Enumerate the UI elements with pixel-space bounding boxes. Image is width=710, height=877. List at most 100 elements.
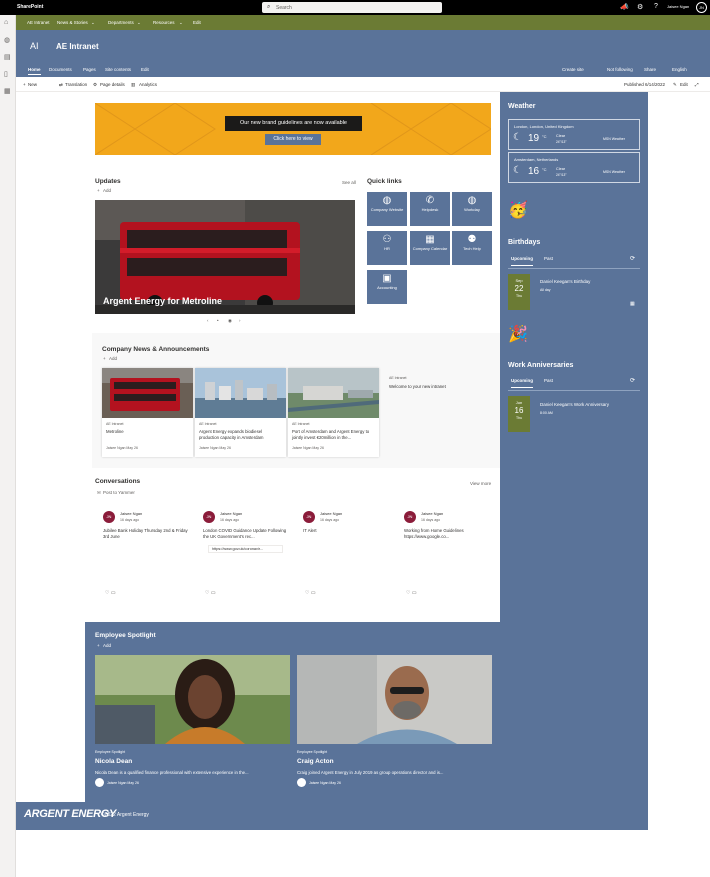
quick-links-title: Quick links (367, 178, 402, 185)
gear-icon[interactable]: ⚙ (637, 3, 643, 11)
search-icon: ⌕ (267, 4, 271, 10)
weather-source[interactable]: MSN Weather (603, 137, 625, 141)
weather-hilo: 24°/13° (556, 173, 567, 177)
follow-button[interactable]: Not following (607, 67, 633, 72)
hub-nav-item-news[interactable]: News & Stories (57, 20, 88, 25)
share-button[interactable]: Share (644, 67, 656, 72)
view-guidelines-button[interactable]: Click here to view (265, 134, 321, 145)
news-title-text[interactable]: Argent Energy expands biodiesel producti… (199, 429, 283, 440)
hub-nav-edit[interactable]: Edit (193, 20, 201, 25)
megaphone-icon[interactable]: 📣 (620, 3, 629, 11)
spotlight-card[interactable]: Employee Spotlight Craig Acton Craig joi… (297, 655, 492, 790)
post-text[interactable]: IT Alert (303, 528, 393, 534)
tab-past[interactable]: Past (544, 378, 553, 383)
tab-upcoming[interactable]: Upcoming (511, 256, 533, 266)
news-card[interactable]: AE Intranet Argent Energy expands biodie… (195, 368, 286, 457)
create-site-button[interactable]: Create site (562, 67, 584, 72)
news-add-button[interactable]: Add (109, 356, 117, 361)
site-logo[interactable]: AI (30, 41, 39, 51)
document-icon[interactable]: ▯ (4, 70, 8, 78)
quick-link-hr[interactable]: ⚇ HR (367, 231, 407, 265)
quick-link-company-website[interactable]: ◍ Company Website (367, 192, 407, 226)
spotlight-name[interactable]: Nicola Dean (95, 758, 132, 765)
news-card[interactable]: AE Intranet Port of Amsterdam and Argent… (288, 368, 379, 457)
hub-nav-item-resources[interactable]: Resources (153, 20, 175, 25)
see-all-link[interactable]: See all (342, 180, 356, 185)
site-nav-pages[interactable]: Pages (83, 67, 96, 72)
news-title-text[interactable]: Metroline (106, 429, 190, 435)
language-selector[interactable]: English (672, 67, 687, 72)
updates-hero[interactable]: Argent Energy for Metroline (95, 200, 355, 314)
quick-link-label: Company Website (370, 207, 404, 212)
quick-link-company-calendar[interactable]: ▦ Company Calendar (410, 231, 450, 265)
spotlight-add-button[interactable]: Add (103, 643, 111, 648)
post-to-yammer-button[interactable]: Post to Yammer (103, 490, 135, 495)
expand-icon[interactable]: ⤢ (695, 82, 699, 87)
app-brand[interactable]: SharePoint (17, 4, 43, 10)
quick-link-helpdesk[interactable]: ✆ Helpdesk (410, 192, 450, 226)
post-text[interactable]: Jubilee Bank Holiday Thursday 2nd & Frid… (103, 528, 193, 540)
news-title-text[interactable]: Welcome to your new intranet (389, 384, 446, 389)
quick-link-accounting[interactable]: ▣ Accounting (367, 270, 407, 304)
post-text[interactable]: Working from Home Guidelines https://www… (404, 528, 494, 540)
calendar-add-icon[interactable]: ▦ (630, 301, 635, 307)
carousel-pause-icon[interactable]: ◉ (228, 318, 232, 324)
like-icon[interactable]: ♡ ▭ (105, 590, 116, 596)
news-image (102, 368, 193, 418)
site-nav-site-contents[interactable]: Site contents (105, 67, 131, 72)
like-icon[interactable]: ♡ ▭ (406, 590, 417, 596)
view-more-link[interactable]: View more (470, 481, 491, 486)
carousel-prev-icon[interactable]: ‹ (207, 318, 209, 323)
site-nav-edit[interactable]: Edit (141, 67, 149, 72)
post-text[interactable]: London COVID Guidance Update Following t… (203, 528, 293, 540)
carousel-dot[interactable]: • (217, 318, 219, 323)
spotlight-name[interactable]: Craig Acton (297, 758, 334, 765)
conversation-post[interactable]: JN Jaisee Ngan 16 days ago IT Alert ♡ ▭ (303, 508, 398, 598)
like-icon[interactable]: ♡ ▭ (305, 590, 316, 596)
conversation-post[interactable]: JN Jaisee Ngan 16 days ago London COVID … (203, 508, 298, 598)
site-nav-home[interactable]: Home (28, 67, 41, 75)
home-icon[interactable]: ⌂ (4, 19, 8, 26)
weather-unit: °C (542, 134, 547, 139)
refresh-icon[interactable]: ⟳ (630, 377, 635, 384)
translation-button[interactable]: Translation (65, 82, 87, 87)
weather-source[interactable]: MSN Weather (603, 170, 625, 174)
post-date: 16 days ago (220, 518, 240, 522)
site-title[interactable]: AE Intranet (56, 42, 99, 51)
hub-nav-item-departments[interactable]: Departments (108, 20, 134, 25)
page-details-button[interactable]: Page details (100, 82, 125, 87)
new-button[interactable]: New (28, 82, 37, 87)
tab-past[interactable]: Past (544, 256, 553, 261)
refresh-icon[interactable]: ⟳ (630, 255, 635, 262)
news-title-text[interactable]: Port of Amsterdam and Argent Energy to j… (292, 429, 376, 440)
globe-icon[interactable]: ◍ (4, 36, 10, 44)
updates-add-button[interactable]: Add (103, 188, 111, 193)
sites-icon[interactable]: ▤ (4, 53, 11, 61)
carousel-next-icon[interactable]: › (239, 318, 241, 323)
hub-nav-item-home[interactable]: AE Intranet (27, 20, 50, 25)
site-nav-documents[interactable]: Documents (49, 67, 72, 72)
edit-page-button[interactable]: Edit (680, 82, 688, 87)
lists-icon[interactable]: ▦ (4, 87, 11, 95)
news-image (195, 368, 286, 418)
search-box[interactable]: ⌕ Search (262, 2, 442, 13)
quick-link-workday[interactable]: ◍ Workday (452, 192, 492, 226)
like-icon[interactable]: ♡ ▭ (205, 590, 216, 596)
analytics-button[interactable]: Analytics (139, 82, 157, 87)
event-title[interactable]: Daniel Keegan's Birthday (540, 279, 590, 284)
news-card[interactable]: AE Intranet Metroline Jaisee Ngan May 26 (102, 368, 193, 457)
user-avatar[interactable]: JN (696, 2, 707, 13)
hero-caption[interactable]: Argent Energy for Metroline (103, 296, 222, 306)
user-name[interactable]: Jaisee Ngan (667, 4, 689, 9)
weather-card[interactable]: London, London, United Kingdom ☾ 19 °C C… (508, 119, 640, 150)
post-link[interactable]: https://www.gov.uk/coronavir... (208, 545, 283, 553)
conversation-post[interactable]: JN Jaisee Ngan 16 days ago Jubilee Bank … (103, 508, 198, 598)
conversation-post[interactable]: JN Jaisee Ngan 16 days ago Working from … (404, 508, 499, 598)
tab-upcoming[interactable]: Upcoming (511, 378, 533, 388)
news-title: Company News & Announcements (102, 346, 210, 353)
weather-card[interactable]: Amsterdam, Netherlands ☾ 16 °C Clear 24°… (508, 152, 640, 183)
quick-link-tech-help[interactable]: ⚉ Tech Help (452, 231, 492, 265)
event-title[interactable]: Daniel Keegan's Work Anniversary (540, 402, 609, 407)
help-icon[interactable]: ? (654, 3, 658, 10)
spotlight-card[interactable]: Employee Spotlight Nicola Dean Nicola De… (95, 655, 290, 790)
